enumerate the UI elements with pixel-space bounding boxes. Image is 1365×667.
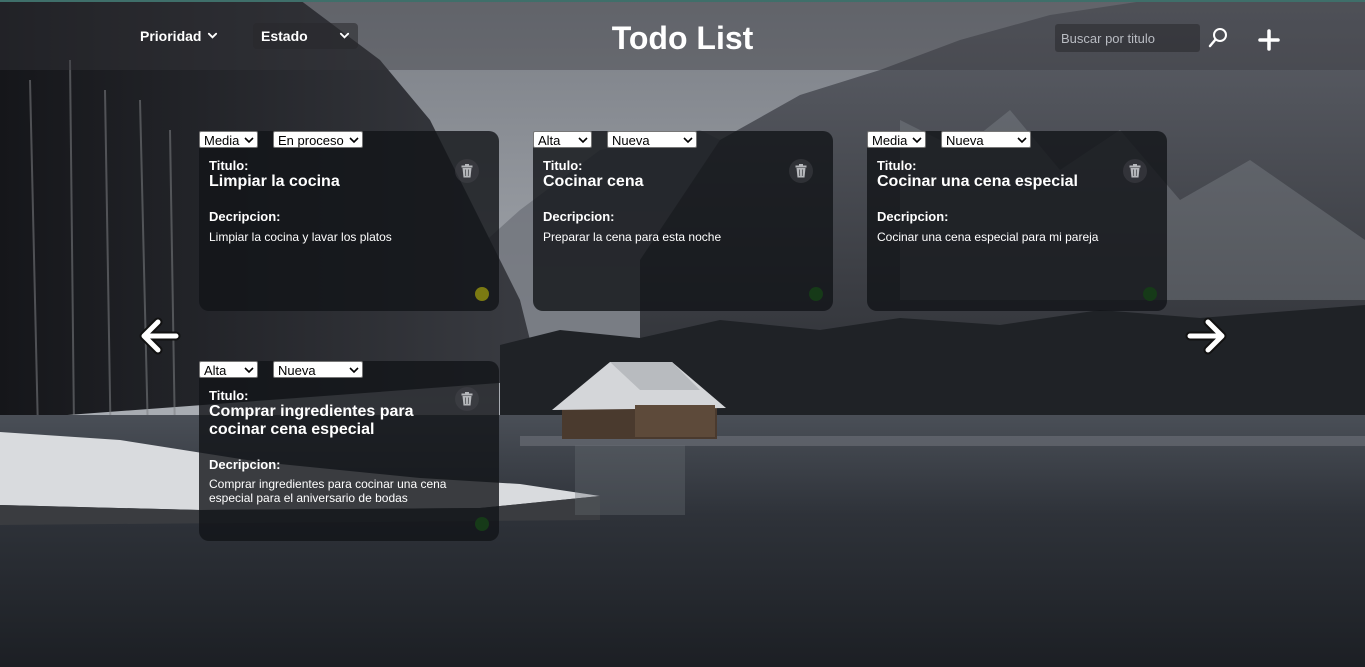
search-icon[interactable] <box>1206 26 1230 50</box>
trash-icon <box>461 392 473 406</box>
priority-select-value: Alta <box>538 133 561 148</box>
priority-select-value: Media <box>872 133 908 148</box>
task-card: Media En proceso Titulo: Limpiar la coci… <box>199 131 499 311</box>
task-card: Alta Nueva Titulo: Comprar ingredientes … <box>199 361 499 541</box>
task-title: Limpiar la cocina <box>209 173 340 190</box>
status-indicator-dot <box>475 517 489 531</box>
priority-select[interactable]: Media <box>199 131 258 148</box>
title-label: Titulo: <box>877 158 917 173</box>
priority-select[interactable]: Alta <box>533 131 592 148</box>
priority-select-value: Media <box>204 133 240 148</box>
chevron-down-icon <box>912 137 922 144</box>
task-card: Media Nueva Titulo: Cocinar una cena esp… <box>867 131 1167 311</box>
status-indicator-dot <box>1143 287 1157 301</box>
delete-button[interactable] <box>789 159 813 183</box>
status-select-value: En proceso <box>278 133 344 148</box>
task-description: Preparar la cena para esta noche <box>543 230 722 244</box>
priority-select-value: Alta <box>204 363 227 378</box>
chevron-down-icon <box>207 32 218 39</box>
priority-filter-dropdown[interactable]: Prioridad <box>132 23 226 49</box>
trash-icon <box>461 164 473 178</box>
title-label: Titulo: <box>543 158 583 173</box>
chevron-down-icon <box>244 367 254 374</box>
task-title: Comprar ingredientes para cocinar cena e… <box>209 403 414 438</box>
status-select-value: Nueva <box>278 363 316 378</box>
description-label: Decripcion: <box>209 209 281 224</box>
plus-icon[interactable] <box>1256 27 1282 53</box>
status-select-value: Nueva <box>946 133 984 148</box>
task-description: Limpiar la cocina y lavar los platos <box>209 230 392 244</box>
status-indicator-dot <box>475 287 489 301</box>
title-label: Titulo: <box>209 158 249 173</box>
priority-select[interactable]: Alta <box>199 361 258 378</box>
delete-button[interactable] <box>455 159 479 183</box>
chevron-down-icon <box>578 137 588 144</box>
chevron-down-icon <box>244 137 254 144</box>
status-select[interactable]: Nueva <box>273 361 363 378</box>
status-indicator-dot <box>809 287 823 301</box>
arrow-right-icon[interactable] <box>1184 314 1228 358</box>
top-navbar: Prioridad Estado Todo List <box>0 0 1365 70</box>
chevron-down-icon <box>683 137 693 144</box>
status-select[interactable]: Nueva <box>607 131 697 148</box>
page-title: Todo List <box>611 20 754 56</box>
task-title: Cocinar una cena especial <box>877 173 1078 190</box>
title-label: Titulo: <box>209 388 249 403</box>
chevron-down-icon <box>349 367 359 374</box>
status-filter-label: Estado <box>261 28 308 44</box>
priority-select[interactable]: Media <box>867 131 926 148</box>
background-landscape <box>0 0 1365 667</box>
delete-button[interactable] <box>455 387 479 411</box>
description-label: Decripcion: <box>209 457 281 472</box>
status-select[interactable]: En proceso <box>273 131 363 148</box>
delete-button[interactable] <box>1123 159 1147 183</box>
chevron-down-icon <box>339 32 350 39</box>
description-label: Decripcion: <box>543 209 615 224</box>
search-input[interactable] <box>1055 24 1200 52</box>
trash-icon <box>1129 164 1141 178</box>
chevron-down-icon <box>1017 137 1027 144</box>
status-select-value: Nueva <box>612 133 650 148</box>
priority-filter-label: Prioridad <box>140 28 202 44</box>
chevron-down-icon <box>349 137 359 144</box>
trash-icon <box>795 164 807 178</box>
task-card: Alta Nueva Titulo: Cocinar cena Decripci… <box>533 131 833 311</box>
task-description: Cocinar una cena especial para mi pareja <box>877 230 1099 244</box>
task-description: Comprar ingredientes para cocinar una ce… <box>209 477 447 505</box>
task-title: Cocinar cena <box>543 173 644 190</box>
status-filter-dropdown[interactable]: Estado <box>253 23 358 49</box>
status-select[interactable]: Nueva <box>941 131 1031 148</box>
description-label: Decripcion: <box>877 209 949 224</box>
arrow-left-icon[interactable] <box>138 314 182 358</box>
